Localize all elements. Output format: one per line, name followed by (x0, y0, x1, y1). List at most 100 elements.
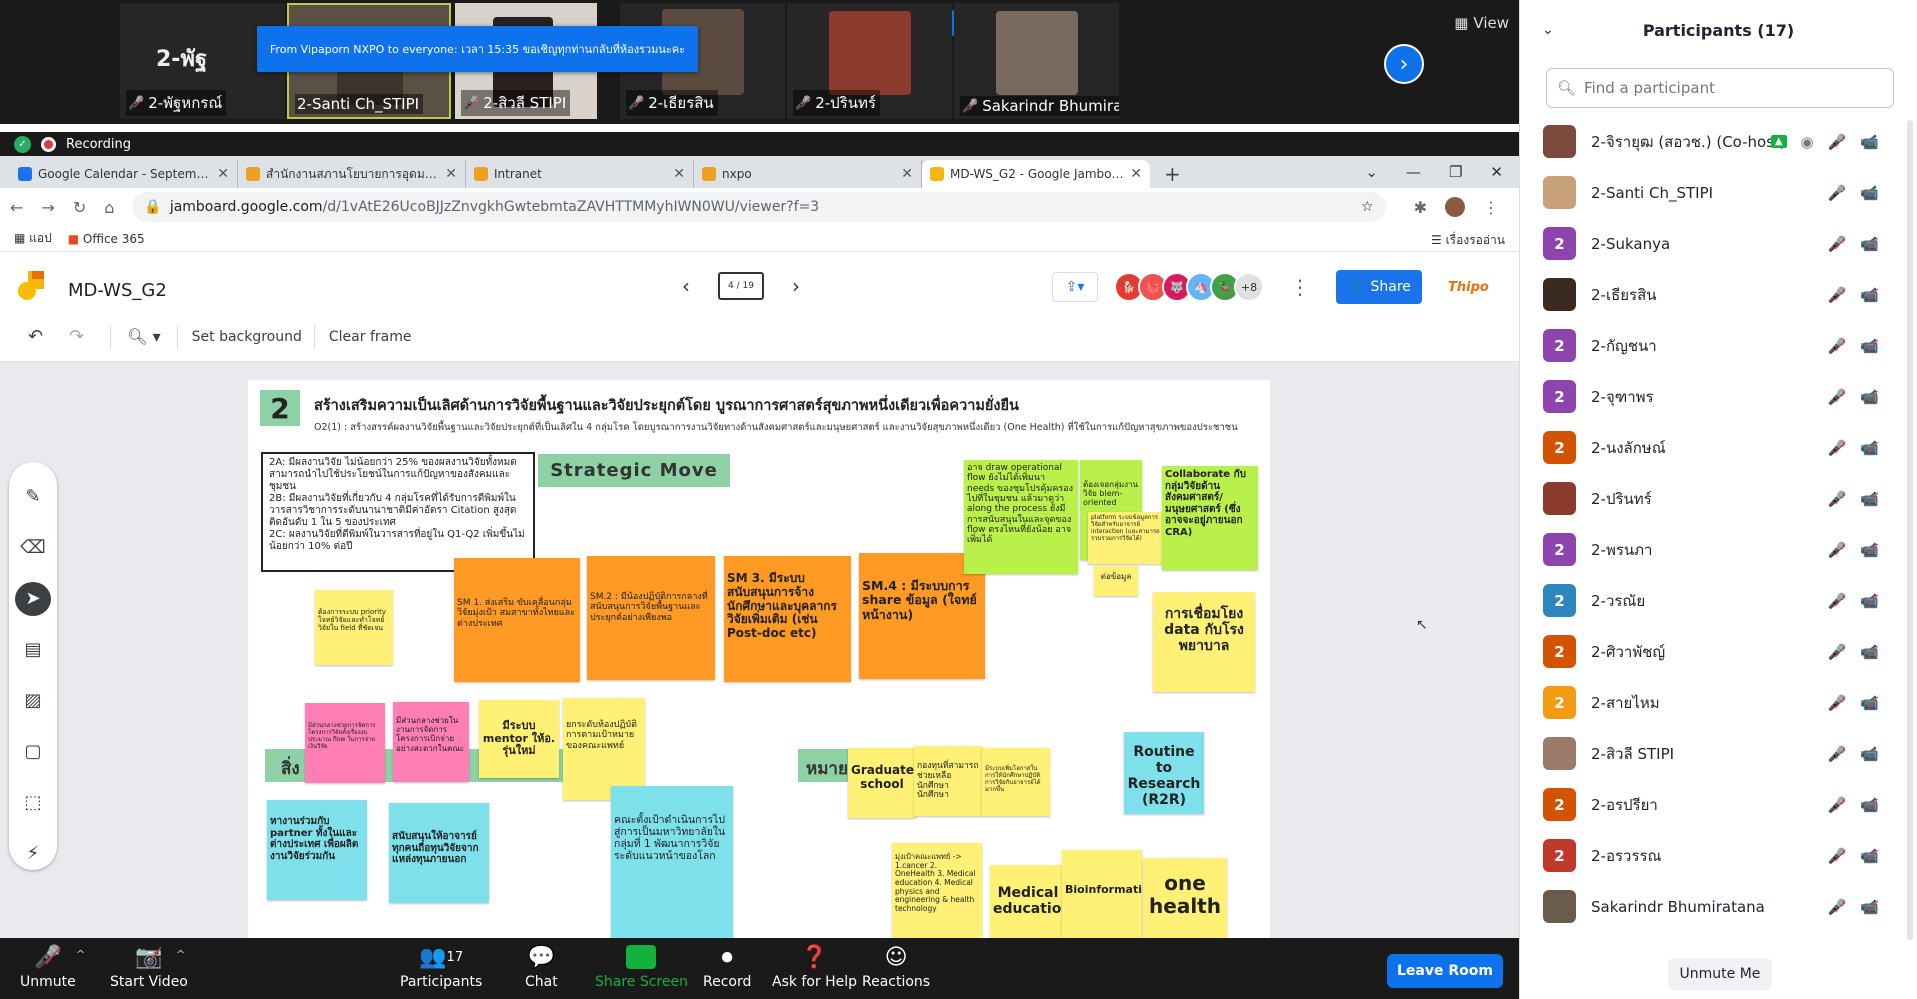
participant-row[interactable]: 2 2-พรนภา 🎤̸ 📹̸ (1520, 524, 1917, 575)
reactions-button[interactable]: ☺ Reactions (862, 944, 930, 991)
sticky-note[interactable]: SM 3. มีระบบสนับสนุนการจ้างนักศึกษาและบุ… (724, 556, 851, 682)
participant-row[interactable]: 2-ปรินทร์ 🎤̸ 📹̸ (1520, 473, 1917, 524)
eraser-icon[interactable]: ⌫ (15, 531, 51, 565)
sticky-note[interactable]: Routine to Research (R2R) (1124, 732, 1204, 814)
unmute-me-button[interactable]: Unmute Me (1668, 958, 1772, 990)
browser-tab-council[interactable]: สำนักงานสภานโยบายการอุดมศึกษา วิ✕ (238, 160, 466, 188)
scrollbar[interactable] (1907, 120, 1913, 940)
unmute-button[interactable]: 🎤̸ Unmute (20, 944, 76, 991)
forward-icon[interactable]: → (41, 198, 54, 217)
chevron-down-icon[interactable]: ⌄ (1542, 22, 1554, 38)
jam-title[interactable]: MD-WS_G2 (68, 280, 167, 301)
sticky-note[interactable]: การเชื่อมโยง data กับโรงพยาบาล (1153, 592, 1255, 692)
close-tab-icon[interactable]: ✕ (901, 166, 913, 182)
sticky-note[interactable]: Medical education (990, 865, 1066, 938)
sticky-note[interactable]: มีส่วนกลางช่วยการจัดการโครงการวิจัยทั้งเ… (305, 703, 385, 783)
participant-row[interactable]: 2-จิรายุฒ (สอวช.) (Co-host) ▲ ◉ 🎤̸ 📹 (1520, 116, 1917, 167)
close-tab-icon[interactable]: ✕ (673, 166, 685, 182)
record-button[interactable]: ⏺ Record (703, 944, 751, 991)
participant-row[interactable]: Sakarindr Bhumiratana 🎤̸ 📹̸ (1520, 881, 1917, 932)
chat-notification[interactable]: From Vipaporn NXPO to everyone: เวลา 15:… (257, 26, 698, 72)
sticky-note[interactable]: กองทุนที่สามารถช่วยเหลือนักศึกษานักศึกษา (914, 746, 982, 816)
participants-button[interactable]: 👥 17 Participants (400, 944, 482, 991)
sticky-note[interactable]: คณะตั้งเป้าดำเนินการไปสู่การเป็นมหาวิทยา… (611, 786, 733, 938)
present-icon[interactable]: ⇪▾ (1052, 272, 1098, 302)
chrome-menu-icon[interactable]: ⋮ (1483, 198, 1499, 217)
sticky-note-icon[interactable]: ▤ (15, 633, 51, 667)
textbox-icon[interactable]: ⬚ (15, 785, 51, 819)
restore-icon[interactable]: ❐ (1449, 163, 1462, 181)
audio-options-icon[interactable]: ^ (76, 948, 85, 961)
select-arrow-icon[interactable]: ➤ (15, 581, 51, 616)
participant-row[interactable]: 2-เธียรสิน 🎤̸ 📹̸ (1520, 269, 1917, 320)
tab-search-icon[interactable]: ⌄ (1365, 163, 1378, 181)
jam-frame[interactable]: 2 สร้างเสริมความเป็นเลิศด้านการวิจัยพื้น… (248, 380, 1270, 938)
video-tile-5[interactable]: 🎤̸ 2-ปรินทร์ (787, 3, 952, 119)
previous-frame-icon[interactable]: ‹ (682, 274, 690, 298)
participant-row[interactable]: 2 2-อรวรรณ 🎤̸ 📹̸ (1520, 830, 1917, 881)
sticky-note[interactable]: หางานร่วมกับ partner ทั้งในและต่างประเทศ… (267, 800, 367, 900)
frame-bar-toggle[interactable]: 4 / 19 (718, 272, 764, 300)
close-tab-icon[interactable]: ✕ (217, 166, 229, 182)
sticky-note[interactable]: อาจ draw operational flow ยังไม่ได้เพิ่ม… (964, 460, 1078, 574)
sticky-note[interactable]: Graduate school (848, 748, 916, 818)
more-collaborators[interactable]: +8 (1234, 272, 1264, 302)
sticky-note[interactable]: สนับสนุนให้อาจารย์ทุกคนถือทุนวิจัยจากแหล… (389, 803, 489, 903)
jam-canvas[interactable]: ✎ ⌫ ➤ ▤ ▨ ▢ ⬚ ⚡ 2 สร้างเสริมความเป็นเลิศ… (0, 362, 1519, 938)
video-options-icon[interactable]: ^ (176, 948, 185, 961)
more-vert-icon[interactable]: ⋮ (1290, 275, 1310, 299)
participant-row[interactable]: 2 2-กัญชนา 🎤̸ 📹̸ (1520, 320, 1917, 371)
chat-button[interactable]: 💬 Chat (525, 944, 558, 991)
undo-icon[interactable]: ↶ (28, 326, 43, 347)
security-shield-icon[interactable]: ✓ (14, 135, 31, 153)
profile-avatar[interactable] (1445, 197, 1465, 217)
next-frame-icon[interactable]: › (792, 274, 800, 298)
bookmark-apps[interactable]: ▦ แอป (14, 229, 52, 248)
sticky-note[interactable]: มีระบบเพิ่มโอกาสในการให้นักศึกษาปฏิบัติก… (982, 748, 1050, 816)
sticky-note[interactable]: มุ่งเป้าคณะแพทย์ -> 1.cancer 2. OneHealt… (892, 843, 982, 938)
reading-list[interactable]: ☰ เรื่องรออ่าน (1431, 231, 1505, 250)
set-background-button[interactable]: Set background (192, 329, 302, 345)
participant-row[interactable]: 2 2-นงลักษณ์ 🎤̸ 📹̸ (1520, 422, 1917, 473)
sticky-note[interactable]: one health (1143, 858, 1227, 938)
leave-room-button[interactable]: Leave Room (1387, 954, 1503, 988)
browser-tab-jamboard[interactable]: MD-WS_G2 - Google Jamboard ✕ (922, 160, 1150, 188)
shape-icon[interactable]: ▢ (15, 734, 51, 768)
zoom-icon[interactable]: 🔍︎ ▾ (127, 327, 160, 346)
next-page-icon[interactable]: › (1384, 44, 1424, 84)
participant-search[interactable]: 🔍︎ Find a participant (1546, 68, 1894, 108)
extensions-icon[interactable]: ✱ (1414, 198, 1427, 217)
view-button[interactable]: ▦ View (1454, 14, 1509, 32)
pen-icon[interactable]: ✎ (15, 480, 51, 514)
browser-tab-nxpo[interactable]: nxpo ✕ (694, 160, 922, 188)
participant-row[interactable]: 2-Santi Ch_STIPI 🎤 📹 (1520, 167, 1917, 218)
participant-row[interactable]: 2 2-Sukanya 🎤̸ 📹̸ (1520, 218, 1917, 269)
back-icon[interactable]: ← (10, 198, 23, 217)
sticky-note[interactable]: Bioinformatic (1062, 850, 1142, 938)
video-tile-6[interactable]: 🎤̸Sakarindr Bhumiratana (954, 3, 1119, 119)
url-field[interactable]: 🔒 jamboard.google.com/d/1vAtE26UcoBJJzZn… (132, 192, 1386, 222)
share-button[interactable]: 👤 Share (1336, 270, 1422, 304)
share-screen-button[interactable]: ↑ Share Screen (595, 944, 688, 990)
browser-tab-calendar[interactable]: Google Calendar - September 20✕ (10, 160, 238, 188)
participant-row[interactable]: 2 2-ศิวาพัชญ์ 🎤̸ 📹̸ (1520, 626, 1917, 677)
redo-icon[interactable]: ↷ (69, 326, 84, 347)
sticky-note[interactable]: ต่อข้อมูล (1094, 566, 1138, 596)
close-tab-icon[interactable]: ✕ (1130, 166, 1142, 182)
minimize-icon[interactable]: — (1406, 163, 1421, 181)
participant-row[interactable]: 2 2-จุฑาพร 🎤̸ 📹̸ (1520, 371, 1917, 422)
participant-row[interactable]: 2 2-วรณัย 🎤̸ 📹̸ (1520, 575, 1917, 626)
reload-icon[interactable]: ↻ (73, 198, 86, 217)
participant-row[interactable]: 2 2-สายไหม 🎤̸ 📹̸ (1520, 677, 1917, 728)
bookmark-office[interactable]: ■ Office 365 (68, 232, 145, 246)
sticky-note[interactable]: Collaborate กับกลุ่มวิจัยด้านสังคมศาสตร์… (1162, 466, 1258, 570)
ask-help-button[interactable]: ❓ Ask for Help (772, 944, 857, 991)
clear-frame-button[interactable]: Clear frame (329, 329, 412, 345)
sticky-note[interactable]: SM 1. ส่งเสริม ขับเคลื่อนกลุ่มวิจัยมุ่งเ… (454, 558, 580, 682)
image-icon[interactable]: ▨ (15, 684, 51, 718)
search-input[interactable]: Find a participant (1584, 79, 1715, 97)
home-icon[interactable]: ⌂ (104, 198, 114, 217)
close-tab-icon[interactable]: ✕ (445, 166, 457, 182)
laser-icon[interactable]: ⚡ (15, 836, 51, 870)
participant-row[interactable]: 2 2-อรปรียา 🎤̸ 📹̸ (1520, 779, 1917, 830)
